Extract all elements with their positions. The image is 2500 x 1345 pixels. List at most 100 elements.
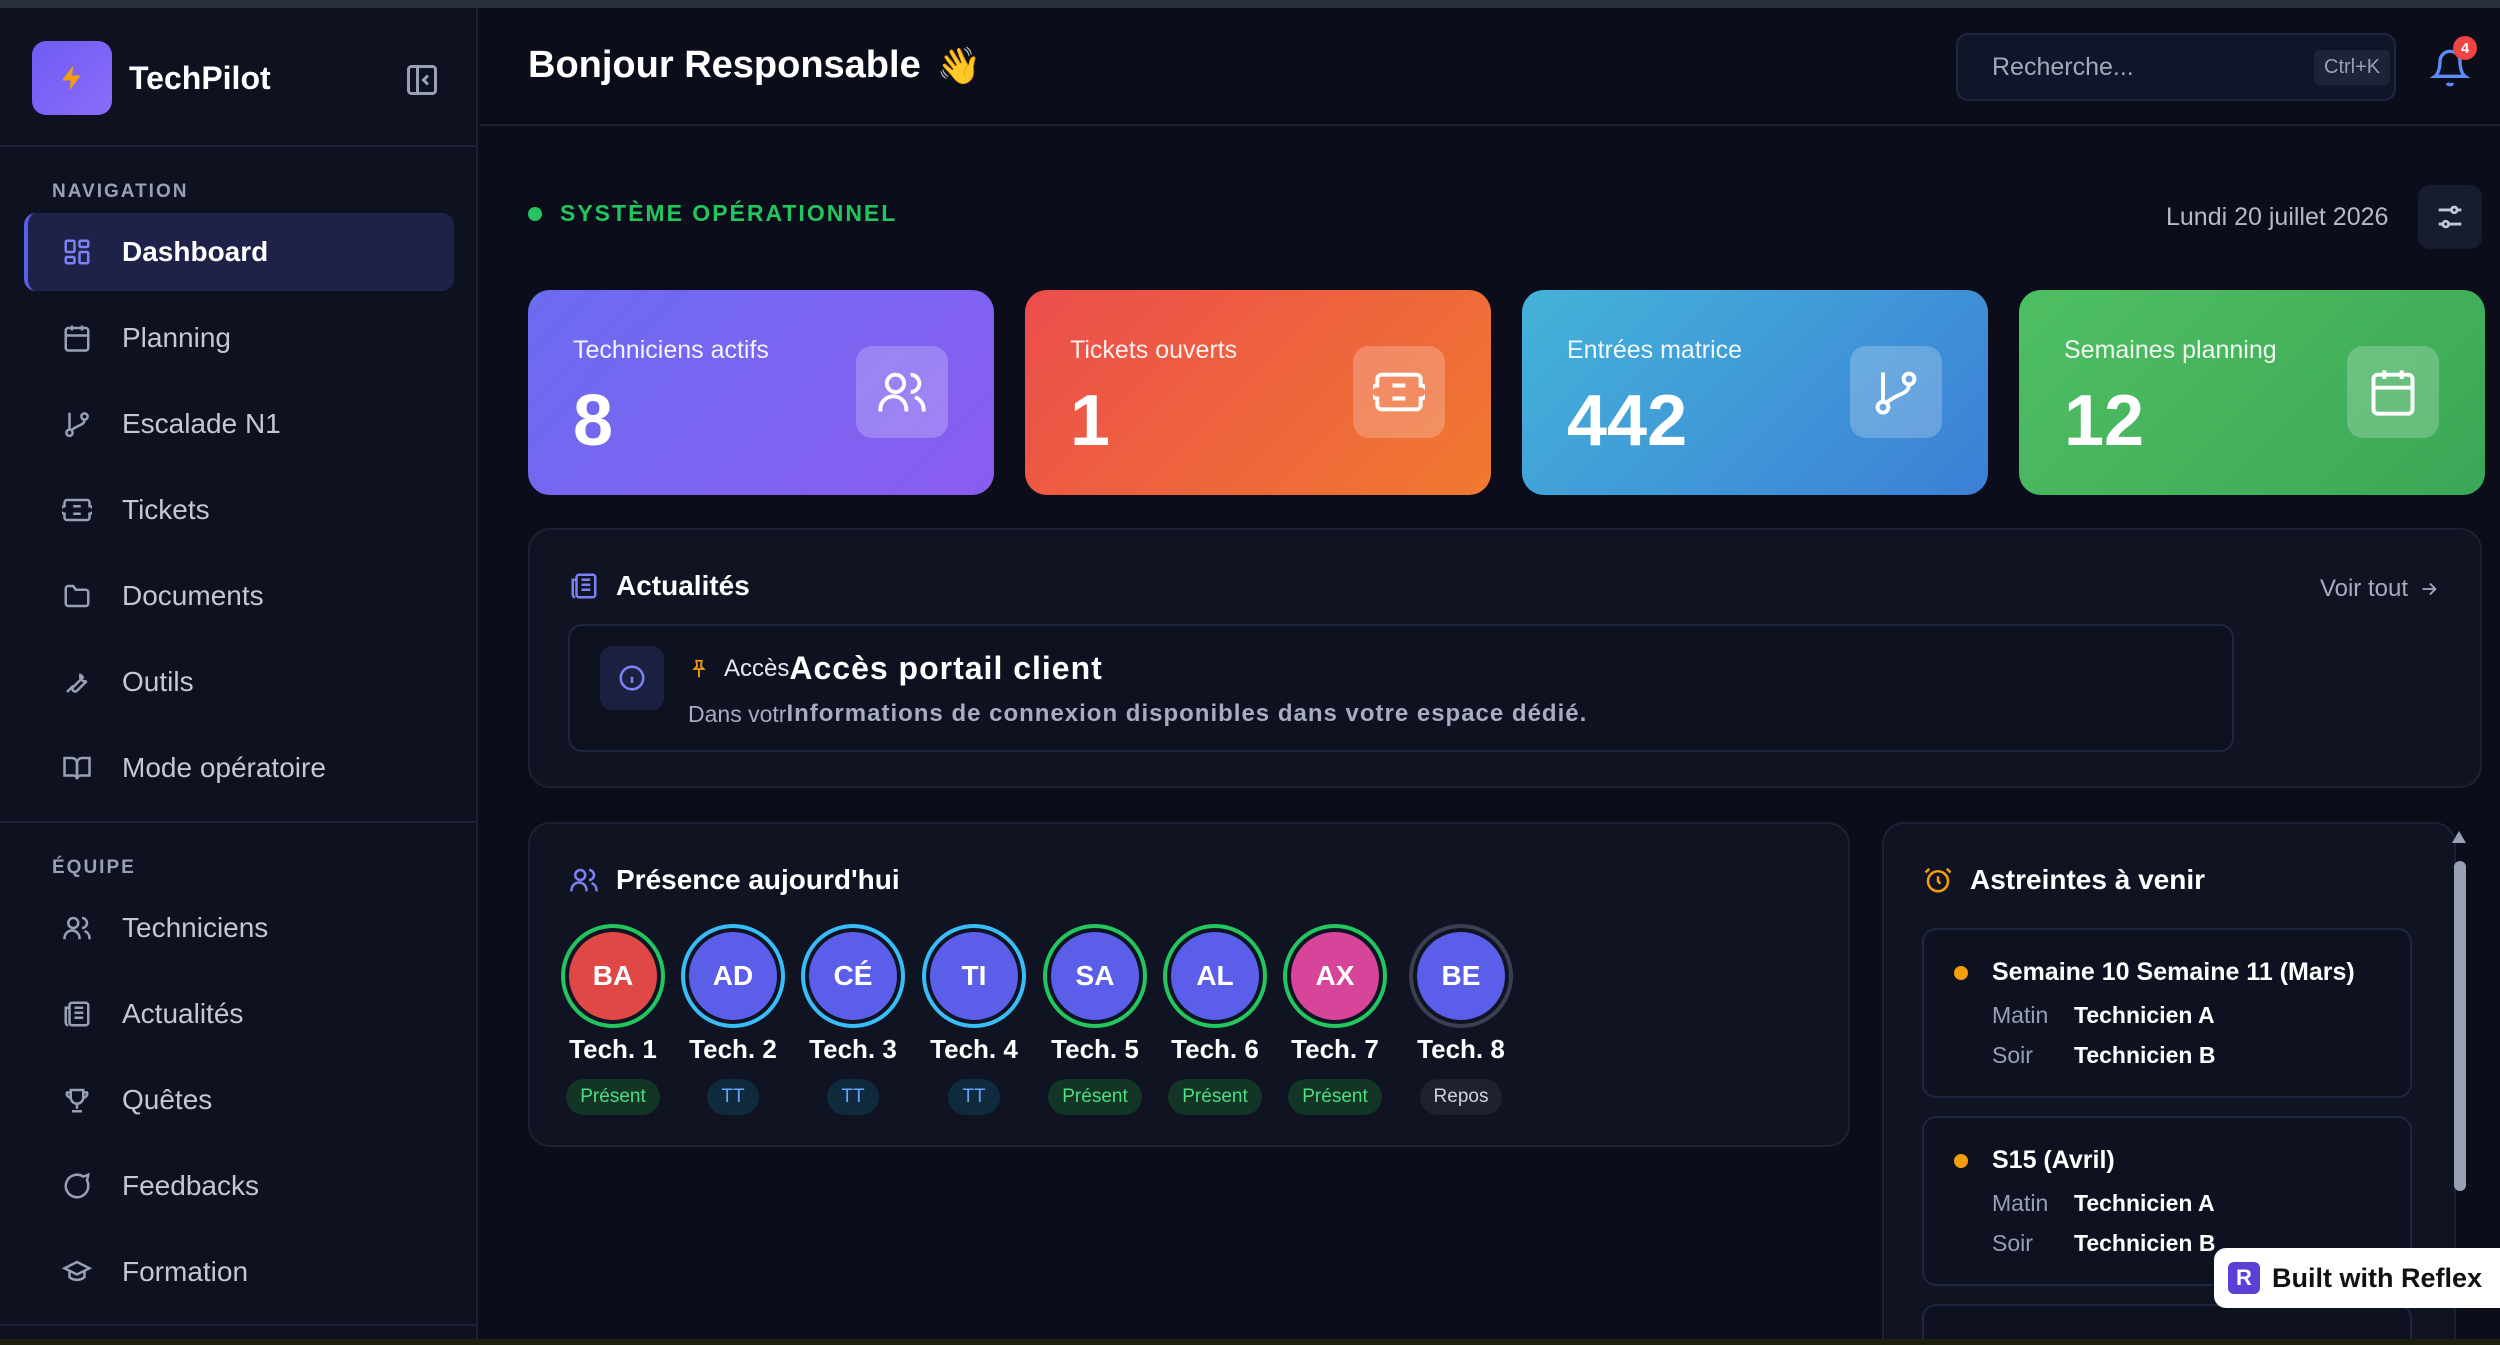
sidebar-item-label: Quêtes [122,1084,213,1115]
avatar-initials: CÉ [809,932,897,1020]
duty-row-morning: Matin Technicien A [1992,1002,2215,1029]
presence-person[interactable]: AL Tech. 6 Présent [1160,924,1270,1115]
sidebar-item-planning[interactable]: Planning [24,299,454,377]
sidebar-item-tickets[interactable]: Tickets [24,471,454,549]
news-item-title: Accès portail client [789,650,1103,686]
sidebar-collapse-icon[interactable] [402,60,442,100]
wrench-icon [60,665,94,699]
news-item[interactable]: Accès Accès portail client Dans votr Inf… [568,624,2234,752]
stat-value: 12 [2064,381,2145,461]
built-with-reflex-badge[interactable]: R Built with Reflex [2214,1248,2500,1308]
person-name: Tech. 7 [1291,1034,1379,1064]
sidebar-item-label: Techniciens [122,912,269,943]
stat-label: Techniciens actifs [573,336,769,364]
news-item-title-prefix: Accès [724,654,790,682]
presence-person[interactable]: AX Tech. 7 Présent [1280,924,1390,1115]
sidebar-item-documents[interactable]: Documents [24,557,454,635]
calendar-icon [2347,346,2439,438]
book-icon [60,751,94,785]
git-branch-icon [60,407,94,441]
presence-person[interactable]: SA Tech. 5 Présent [1040,924,1150,1115]
avatar-initials: AL [1171,932,1259,1020]
calendar-icon [60,321,94,355]
bolt-icon [32,41,112,115]
avatar: TI [922,924,1026,1028]
avatar: BA [561,924,665,1028]
stat-card-matrice[interactable]: Entrées matrice 442 [1522,290,1988,495]
stat-value: 8 [573,381,614,461]
newspaper-icon [568,570,600,602]
divider [0,145,476,147]
sidebar-item-outils[interactable]: Outils [24,643,454,721]
avatar: AL [1163,924,1267,1028]
person-name: Tech. 1 [569,1034,657,1064]
presence-panel-title: Présence aujourd'hui [568,864,900,896]
sidebar-item-quetes[interactable]: Quêtes [24,1061,454,1139]
search-box[interactable]: Ctrl+K [1956,33,2396,101]
avatar: AX [1283,924,1387,1028]
sidebar-item-label: Planning [122,322,231,353]
sidebar-item-actualites[interactable]: Actualités [24,975,454,1053]
duty-row-label: Soir [1992,1230,2033,1256]
sidebar-item-formation[interactable]: Formation [24,1233,454,1311]
presence-person[interactable]: CÉ Tech. 3 TT [798,924,908,1115]
stat-label: Semaines planning [2064,336,2277,364]
stat-card-techniciens[interactable]: Techniciens actifs 8 [528,290,994,495]
search-input[interactable] [1992,52,2314,82]
sidebar-item-dashboard[interactable]: Dashboard [24,213,454,291]
newspaper-icon [60,997,94,1031]
sidebar-item-escalade[interactable]: Escalade N1 [24,385,454,463]
stat-card-tickets[interactable]: Tickets ouverts 1 [1025,290,1491,495]
duty-panel-title: Astreintes à venir [1922,864,2205,896]
duty-title-label: Astreintes à venir [1970,864,2205,895]
users-icon [856,346,948,438]
status-badge: Présent [1168,1079,1262,1115]
scroll-up-icon[interactable] [2451,830,2467,844]
presence-person[interactable]: AD Tech. 2 TT [678,924,788,1115]
news-item-subtitle-prefix: Dans votr [688,700,787,727]
sidebar-item-label: Outils [122,666,194,697]
stat-label: Entrées matrice [1567,336,1743,364]
presence-person[interactable]: BE Tech. 8 Repos [1406,924,1516,1115]
stat-card-planning[interactable]: Semaines planning 12 [2019,290,2485,495]
sidebar-item-techniciens[interactable]: Techniciens [24,889,454,967]
duty-dot [1954,1154,1968,1168]
brand[interactable]: TechPilot [32,41,271,115]
see-all-label: Voir tout [2319,575,2408,602]
pin-icon [688,658,710,680]
reflex-logo-icon: R [2228,1262,2260,1294]
sidebar-item-feedbacks[interactable]: Feedbacks [24,1147,454,1225]
status-text: SYSTÈME OPÉRATIONNEL [560,200,898,226]
message-icon [60,1169,94,1203]
avatar-initials: TI [930,932,1018,1020]
duty-row-value: Technicien B [2074,1230,2216,1256]
sidebar-item-label: Dashboard [122,236,269,267]
presence-person[interactable]: BA Tech. 1 Présent [558,924,668,1115]
filter-button[interactable] [2418,185,2482,249]
folder-icon [60,579,94,613]
duty-row-value: Technicien A [2074,1002,2215,1028]
team-section-label: ÉQUIPE [52,857,136,878]
sidebar-item-label: Documents [122,580,264,611]
duty-item-title: Semaine 10 Semaine 11 (Mars) [1992,958,2355,986]
sidebar-item-mode-operatoire[interactable]: Mode opératoire [24,729,454,807]
ticket-icon [60,493,94,527]
duty-item[interactable]: Semaine 10 Semaine 11 (Mars) Matin Techn… [1922,928,2412,1098]
avatar: AD [681,924,785,1028]
sidebar-item-label: Mode opératoire [122,752,326,783]
news-title-label: Actualités [616,570,750,601]
see-all-link[interactable]: Voir tout [2320,575,2440,603]
avatar-initials: AD [689,932,777,1020]
sidebar-item-label: Tickets [122,494,210,525]
avatar: BE [1409,924,1513,1028]
status-badge: Présent [1288,1079,1382,1115]
duty-row-label: Matin [1992,1190,2049,1216]
avatar-initials: BA [569,932,657,1020]
scrollbar-thumb[interactable] [2454,861,2466,1191]
person-name: Tech. 8 [1417,1034,1505,1064]
duty-row-label: Matin [1992,1002,2049,1028]
presence-person[interactable]: TI Tech. 4 TT [919,924,1029,1115]
person-name: Tech. 4 [930,1034,1018,1064]
alarm-clock-icon [1922,864,1954,896]
brand-name: TechPilot [129,59,271,96]
